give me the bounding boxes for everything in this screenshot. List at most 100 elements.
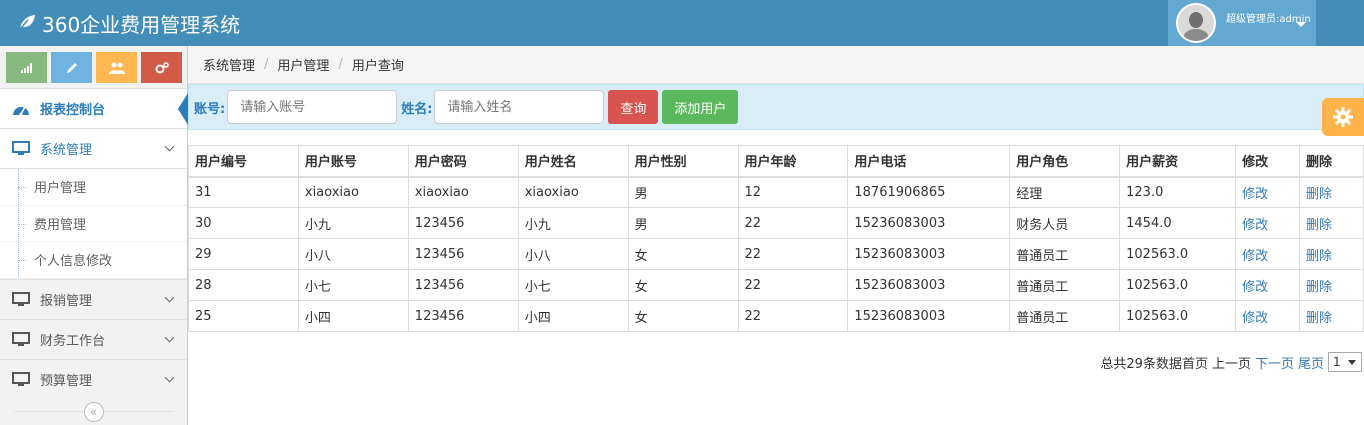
gear-icon[interactable]	[1322, 98, 1364, 136]
table-row: 30 小九 123456 小九 男 22 15236083003 财务人员 14…	[188, 207, 1364, 239]
cell-age: 12	[737, 176, 849, 208]
cell-gender: 女	[627, 238, 739, 270]
add-user-button[interactable]: 添加用户	[662, 90, 739, 124]
breadcrumb: 系统管理 / 用户管理 / 用户查询	[188, 46, 1364, 84]
sidebar-item-dashboard[interactable]: 报表控制台	[0, 88, 188, 128]
double-angle-left-icon[interactable]: «	[83, 401, 104, 422]
column-header: 删除	[1298, 145, 1364, 178]
desktop-icon	[12, 291, 30, 307]
table-row: 25 小四 123456 小四 女 22 15236083003 普通员工 10…	[188, 300, 1364, 332]
delete-link[interactable]: 删除	[1298, 300, 1364, 332]
cell-role: 财务人员	[1009, 207, 1121, 239]
table-row: 28 小七 123456 小七 女 22 15236083003 普通员工 10…	[188, 269, 1364, 301]
pager-summary[interactable]: 总共29条数据首页	[1100, 353, 1208, 372]
cell-id: 25	[188, 300, 299, 332]
column-header: 用户编号	[188, 145, 299, 178]
query-button[interactable]: 查询	[608, 90, 659, 124]
cell-phone: 18761906865	[847, 176, 1011, 208]
cell-gender: 男	[627, 176, 739, 208]
sidebar: 报表控制台 系统管理 用户管理 费用管理 个人信息修改 报销管理 财务工作台 预…	[0, 46, 188, 425]
pager-prev[interactable]: 上一页	[1212, 353, 1251, 372]
delete-link[interactable]: 删除	[1298, 269, 1364, 301]
chevron-down-icon	[164, 332, 175, 342]
cell-password: xiaoxiao	[407, 176, 519, 208]
cell-password: 123456	[407, 269, 519, 301]
system-submenu: 用户管理 费用管理 个人信息修改	[0, 168, 187, 279]
delete-link[interactable]: 删除	[1298, 207, 1364, 239]
sidebar-item-users[interactable]: 用户管理	[0, 169, 187, 206]
cell-name: 小八	[517, 238, 629, 270]
sidebar-item-reimburse[interactable]: 报销管理	[0, 278, 187, 319]
brand[interactable]: 360企业费用管理系统	[18, 0, 240, 46]
sidebar-item-expenses[interactable]: 费用管理	[0, 206, 187, 242]
sidebar-item-label: 报表控制台	[40, 103, 106, 118]
pencil-icon[interactable]	[51, 52, 92, 83]
app-title: 360企业费用管理系统	[42, 12, 241, 37]
sidebar-item-label: 报销管理	[40, 293, 93, 309]
edit-link[interactable]: 修改	[1235, 176, 1300, 208]
cell-phone: 15236083003	[847, 269, 1011, 301]
cell-role: 经理	[1009, 176, 1121, 208]
cell-salary: 102563.0	[1119, 238, 1237, 270]
users-icon[interactable]	[96, 52, 137, 83]
shortcut-bar	[0, 46, 187, 88]
name-label: 姓名:	[401, 101, 433, 117]
sidebar-item-system[interactable]: 系统管理	[0, 128, 187, 168]
desktop-icon	[12, 371, 30, 387]
cell-account: 小九	[297, 207, 409, 239]
delete-link[interactable]: 删除	[1298, 238, 1364, 270]
desktop-icon	[12, 331, 30, 347]
cell-id: 31	[188, 176, 299, 208]
cell-age: 22	[737, 207, 849, 239]
breadcrumb-separator: /	[264, 57, 269, 72]
delete-link[interactable]: 删除	[1298, 176, 1364, 208]
chevron-down-icon	[164, 292, 175, 302]
page-select[interactable]: 1	[1328, 352, 1362, 372]
breadcrumb-item[interactable]: 用户管理	[277, 55, 329, 74]
cell-age: 22	[737, 238, 849, 270]
cell-salary: 1454.0	[1119, 207, 1237, 239]
dashboard-icon	[12, 102, 30, 116]
cell-phone: 15236083003	[847, 300, 1011, 332]
table-header-row: 用户编号 用户账号 用户密码 用户姓名 用户性别 用户年龄 用户电话 用户角色 …	[188, 145, 1364, 178]
column-header: 用户角色	[1009, 145, 1121, 178]
edit-link[interactable]: 修改	[1235, 207, 1300, 239]
top-navbar: 360企业费用管理系统 超级管理员:admin	[0, 0, 1364, 46]
name-input[interactable]	[434, 90, 605, 124]
pagination: 总共29条数据首页 上一页 下一页 尾页 1	[1100, 352, 1362, 372]
user-menu[interactable]: 超级管理员:admin	[1168, 0, 1316, 46]
cogs-icon[interactable]	[141, 52, 182, 83]
breadcrumb-item[interactable]: 系统管理	[203, 55, 255, 74]
cell-account: 小八	[297, 238, 409, 270]
account-input[interactable]	[227, 90, 398, 124]
edit-link[interactable]: 修改	[1235, 300, 1300, 332]
chevron-down-icon	[164, 372, 175, 382]
cell-role: 普通员工	[1009, 300, 1121, 332]
cell-phone: 15236083003	[847, 207, 1011, 239]
table-row: 29 小八 123456 小八 女 22 15236083003 普通员工 10…	[188, 238, 1364, 270]
column-header: 用户性别	[627, 145, 739, 178]
sidebar-item-profile[interactable]: 个人信息修改	[0, 242, 187, 279]
edit-link[interactable]: 修改	[1235, 269, 1300, 301]
sidebar-item-budget[interactable]: 预算管理	[0, 358, 187, 399]
signal-icon[interactable]	[6, 52, 47, 83]
edit-link[interactable]: 修改	[1235, 238, 1300, 270]
search-bar: 账号: 姓名: 查询 添加用户	[188, 84, 1364, 130]
column-header: 用户薪资	[1119, 145, 1237, 178]
cell-name: 小四	[517, 300, 629, 332]
pager-next[interactable]: 下一页	[1255, 353, 1294, 372]
cell-account: 小七	[297, 269, 409, 301]
cell-id: 28	[188, 269, 299, 301]
breadcrumb-separator: /	[338, 57, 343, 72]
cell-salary: 102563.0	[1119, 300, 1237, 332]
pager-last[interactable]: 尾页	[1298, 353, 1324, 372]
account-label: 账号:	[194, 101, 226, 117]
column-header: 用户账号	[297, 145, 409, 178]
cell-name: 小七	[517, 269, 629, 301]
sidebar-item-finance[interactable]: 财务工作台	[0, 318, 187, 359]
cell-password: 123456	[407, 207, 519, 239]
caret-down-icon	[1296, 22, 1306, 27]
leaf-icon	[18, 11, 36, 35]
cell-account: 小四	[297, 300, 409, 332]
cell-phone: 15236083003	[847, 238, 1011, 270]
